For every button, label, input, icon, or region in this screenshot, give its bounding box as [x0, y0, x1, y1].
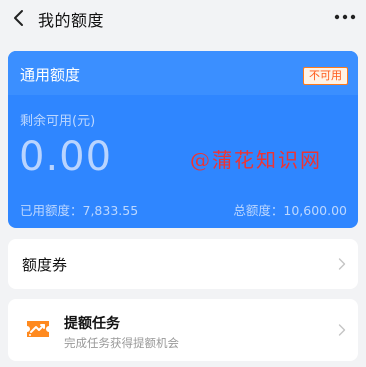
- task-title: 提额任务: [64, 316, 120, 332]
- chevron-left-icon[interactable]: [10, 9, 28, 27]
- available-amount: 0.00: [19, 134, 113, 180]
- coupon-row[interactable]: 额度券: [8, 239, 358, 289]
- watermark: @蒲花知识网: [190, 148, 322, 172]
- ticket-icon: [27, 321, 49, 337]
- page-title: 我的额度: [38, 11, 105, 30]
- status-badge: 不可用: [303, 67, 348, 85]
- credit-card-title: 通用额度: [20, 66, 81, 84]
- task-row[interactable]: 提额任务 完成任务获得提额机会: [8, 299, 358, 361]
- total-amount: 总额度：10,600.00: [233, 203, 347, 218]
- credit-card-header: 通用额度 不可用: [8, 51, 358, 95]
- chevron-right-icon: [338, 258, 346, 270]
- more-dots-icon[interactable]: [334, 11, 356, 23]
- used-amount: 已用额度：7,833.55: [20, 203, 139, 218]
- chevron-right-icon: [338, 324, 346, 336]
- task-subtitle: 完成任务获得提额机会: [64, 336, 179, 350]
- available-label: 剩余可用(元): [20, 114, 96, 129]
- credit-card: 通用额度 不可用 剩余可用(元) 0.00 @蒲花知识网 已用额度：7,833.…: [8, 51, 358, 228]
- top-nav-bar: 我的额度: [0, 0, 366, 36]
- coupon-row-label: 额度券: [22, 256, 68, 274]
